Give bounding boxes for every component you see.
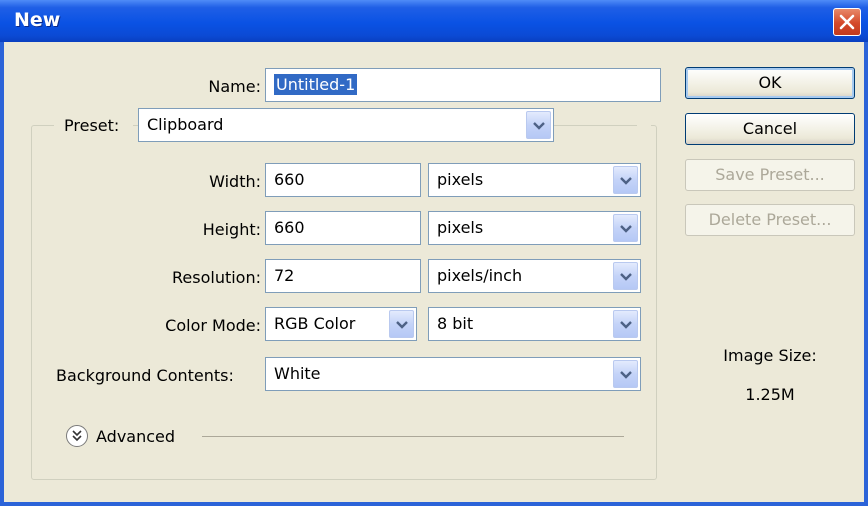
delete-preset-button[interactable]: Delete Preset... (685, 204, 855, 236)
background-contents-value: White (274, 364, 321, 383)
image-size-label: Image Size: (723, 346, 817, 365)
color-mode-dropdown[interactable]: RGB Color (265, 307, 417, 341)
advanced-label[interactable]: Advanced (96, 427, 175, 447)
color-mode-value: RGB Color (274, 314, 356, 333)
width-input[interactable]: 660 (265, 163, 421, 197)
chevron-down-icon (396, 321, 408, 329)
title-bar[interactable]: New (0, 0, 868, 42)
chevron-down-icon (620, 225, 632, 233)
bit-depth-dropdown-button[interactable] (613, 310, 638, 338)
ok-button[interactable]: OK (685, 67, 855, 99)
dialog-title: New (14, 9, 61, 31)
name-input-value: Untitled-1 (274, 74, 358, 95)
close-button[interactable] (833, 8, 861, 36)
height-unit-dropdown[interactable]: pixels (428, 211, 641, 245)
chevron-down-icon (620, 177, 632, 185)
height-unit-value: pixels (437, 218, 484, 237)
chevron-down-icon (620, 321, 632, 329)
background-contents-dropdown[interactable]: White (265, 357, 641, 391)
height-label: Height: (202, 220, 261, 239)
height-input[interactable]: 660 (265, 211, 421, 245)
cancel-button[interactable]: Cancel (685, 113, 855, 145)
save-preset-button[interactable]: Save Preset... (685, 159, 855, 191)
width-unit-dropdown-button[interactable] (613, 166, 638, 194)
width-unit-value: pixels (437, 170, 484, 189)
dialog-body: Name: Untitled-1 Preset: Clipboard Width… (4, 42, 864, 502)
chevron-down-icon (620, 273, 632, 281)
advanced-separator (202, 436, 624, 437)
close-icon (839, 14, 855, 30)
name-input[interactable]: Untitled-1 (265, 68, 661, 102)
background-contents-label: Background Contents: (56, 366, 234, 385)
resolution-label: Resolution: (172, 268, 261, 287)
color-mode-label: Color Mode: (165, 316, 261, 335)
preset-value: Clipboard (147, 115, 224, 134)
resolution-unit-dropdown-button[interactable] (613, 262, 638, 290)
height-unit-dropdown-button[interactable] (613, 214, 638, 242)
color-mode-dropdown-button[interactable] (389, 310, 414, 338)
preset-label: Preset: (64, 116, 120, 135)
resolution-input[interactable]: 72 (265, 259, 421, 293)
width-label: Width: (209, 172, 261, 191)
name-label: Name: (208, 77, 261, 96)
advanced-toggle-button[interactable] (66, 425, 88, 447)
preset-dropdown-button[interactable] (526, 111, 551, 139)
preset-dropdown[interactable]: Clipboard (138, 108, 554, 142)
bit-depth-dropdown[interactable]: 8 bit (428, 307, 641, 341)
bit-depth-value: 8 bit (437, 314, 474, 333)
image-size-value: 1.25M (745, 385, 795, 404)
chevron-down-icon (533, 122, 545, 130)
new-document-dialog: New Name: Untitled-1 Preset: Clipboard W… (0, 0, 868, 506)
resolution-unit-dropdown[interactable]: pixels/inch (428, 259, 641, 293)
double-chevron-down-icon (72, 430, 82, 442)
width-unit-dropdown[interactable]: pixels (428, 163, 641, 197)
resolution-unit-value: pixels/inch (437, 266, 523, 285)
preset-border-gap (637, 110, 651, 140)
chevron-down-icon (620, 371, 632, 379)
background-contents-dropdown-button[interactable] (613, 360, 638, 388)
